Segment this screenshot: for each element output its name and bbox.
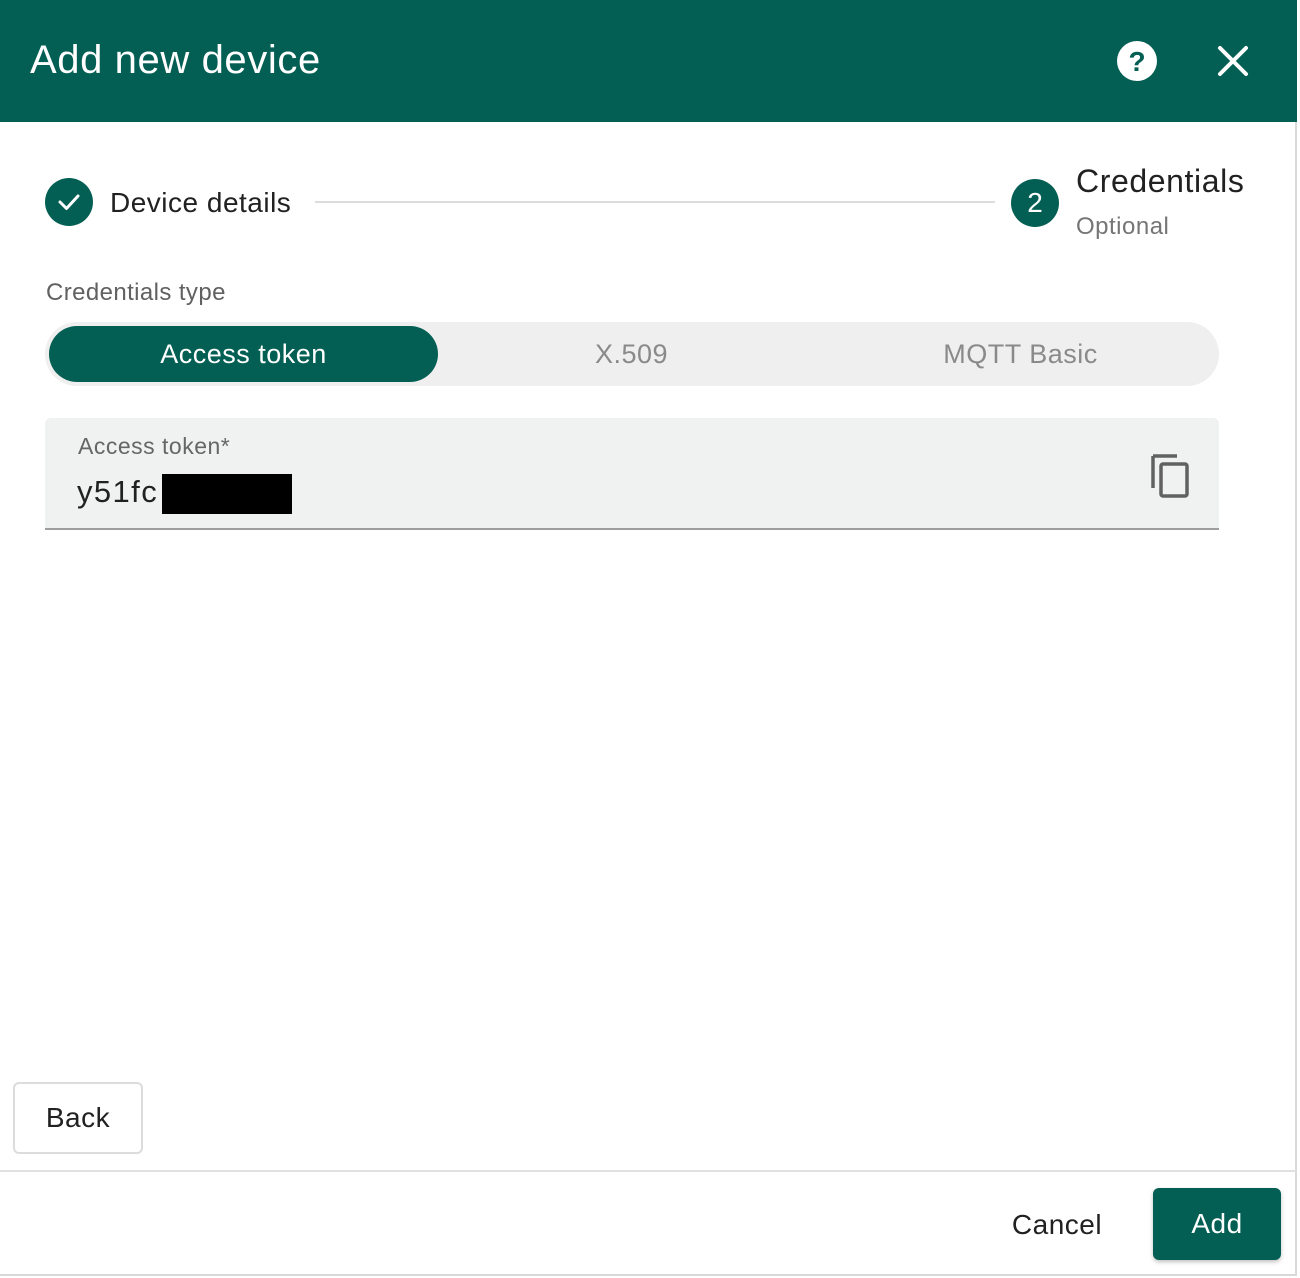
dialog-header: Add new device ?: [0, 0, 1297, 122]
access-token-field[interactable]: Access token* y51fc 5p3s1i0: [45, 418, 1219, 530]
close-button[interactable]: [1208, 36, 1258, 86]
step-2-sublabel: Optional: [1076, 213, 1170, 240]
add-button[interactable]: Add: [1153, 1188, 1281, 1260]
step-2-indicator[interactable]: 2: [1011, 179, 1059, 227]
help-circle-icon: ?: [1117, 41, 1157, 81]
check-icon: [58, 194, 80, 210]
stepper-connector: [315, 201, 995, 203]
step-1-completed-indicator[interactable]: [45, 178, 93, 226]
back-button[interactable]: Back: [13, 1082, 143, 1154]
help-button[interactable]: ?: [1112, 36, 1162, 86]
copy-button[interactable]: [1145, 450, 1197, 502]
redaction-box: [162, 474, 292, 514]
footer-divider: [0, 1170, 1297, 1172]
dialog-title: Add new device: [30, 38, 321, 82]
credentials-type-toggle: Access token X.509 MQTT Basic: [45, 322, 1219, 386]
toggle-mqtt-basic[interactable]: MQTT Basic: [826, 326, 1215, 382]
toggle-access-token[interactable]: Access token: [49, 326, 438, 382]
toggle-x509[interactable]: X.509: [437, 326, 826, 382]
copy-icon: [1151, 454, 1189, 498]
access-token-label: Access token*: [78, 433, 231, 459]
step-1-label[interactable]: Device details: [110, 186, 291, 220]
step-2-label[interactable]: Credentials: [1076, 162, 1244, 200]
svg-text:?: ?: [1128, 46, 1145, 77]
add-device-dialog: Add new device ? Device details 2 Creden…: [0, 0, 1297, 1276]
close-icon: [1218, 46, 1248, 76]
cancel-button[interactable]: Cancel: [990, 1192, 1124, 1258]
credentials-type-label: Credentials type: [46, 279, 226, 306]
